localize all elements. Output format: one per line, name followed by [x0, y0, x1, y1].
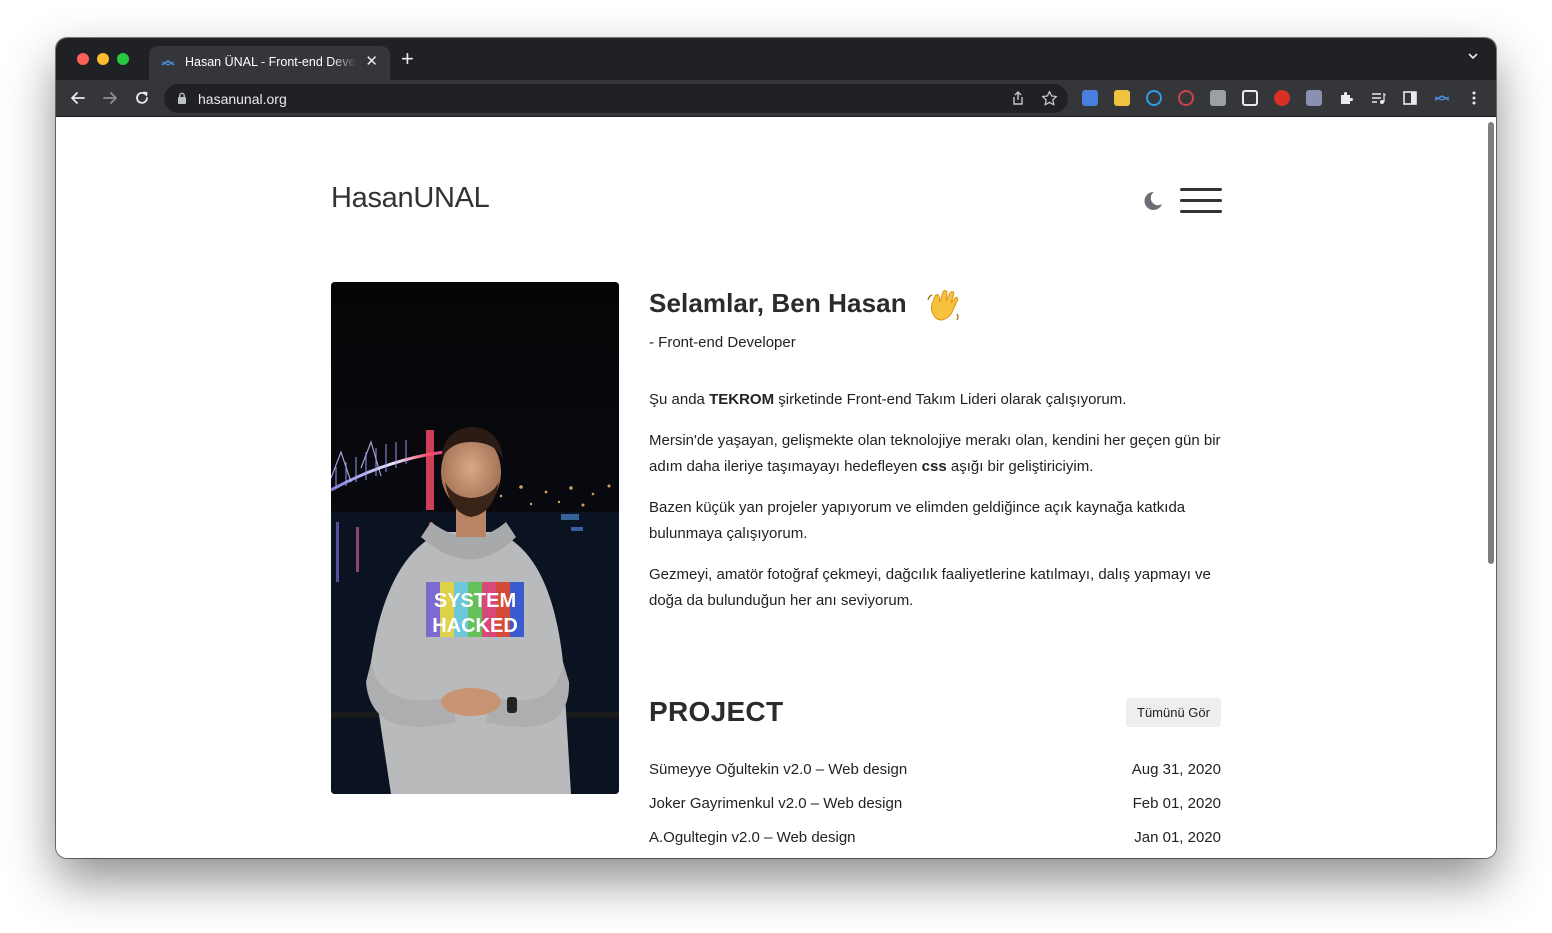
menu-line — [1180, 210, 1222, 213]
active-tab[interactable]: Hasan ÜNAL - Front-end Developer ✕ — [149, 46, 390, 80]
project-date: Jan 01, 2020 — [1134, 829, 1221, 846]
hamburger-menu-button[interactable] — [1180, 188, 1222, 214]
waving-hand-icon — [927, 290, 959, 321]
bio-paragraph: Şu anda TEKROM şirketinde Front-end Takı… — [649, 391, 1127, 408]
side-panel-icon[interactable] — [1402, 90, 1418, 106]
lock-icon — [178, 92, 186, 104]
notes-extension-icon[interactable] — [1114, 90, 1130, 106]
project-list: Sümeyye Oğultekin v2.0 – Web design Aug … — [649, 761, 1221, 858]
camera-extension-icon[interactable] — [1210, 90, 1226, 106]
role-subtitle: - Front-end Developer — [649, 334, 796, 351]
tab-title: Hasan ÜNAL - Front-end Developer — [185, 55, 357, 69]
profile-photo-drawing: SYSTEM HACKED — [331, 282, 619, 794]
project-title[interactable]: Sümeyye Oğultekin v2.0 – Web design — [649, 761, 907, 795]
see-all-button[interactable]: Tümünü Gör — [1126, 698, 1221, 727]
project-date: Feb 01, 2020 — [1132, 795, 1221, 812]
bio-paragraph: Bazen küçük yan projeler yapıyorum ve el… — [649, 498, 1186, 543]
address-bar[interactable]: hasanunal.org — [164, 84, 1068, 113]
picture-in-picture-extension-icon[interactable] — [1242, 90, 1258, 106]
css-keyword: css — [921, 458, 947, 475]
more-menu-icon[interactable] — [1466, 90, 1482, 106]
close-window-button[interactable] — [77, 53, 89, 65]
site-favicon-icon — [161, 60, 175, 66]
color-extension-icon[interactable] — [1306, 90, 1322, 106]
adblock-extension-icon[interactable] — [1274, 90, 1290, 106]
reload-icon[interactable] — [133, 89, 151, 107]
project-row[interactable]: A.Ogultegin v2.0 – Web design Jan 01, 20… — [649, 829, 1221, 858]
project-title[interactable]: Joker Gayrimenkul v2.0 – Web design — [649, 795, 902, 829]
refresh-extension-icon[interactable] — [1146, 90, 1162, 106]
tab-search-chevron-icon[interactable] — [1468, 51, 1478, 61]
tab-close-icon[interactable]: ✕ — [365, 53, 378, 71]
company-name: TEKROM — [709, 391, 775, 408]
menu-line — [1180, 188, 1222, 191]
translate-extension-icon[interactable] — [1082, 90, 1098, 106]
zoom-window-button[interactable] — [117, 53, 129, 65]
site-logo[interactable]: HasanUNAL — [331, 182, 490, 215]
share-icon[interactable] — [1010, 90, 1026, 106]
back-arrow-icon[interactable] — [69, 89, 87, 107]
menu-line — [1180, 199, 1222, 202]
hoodie-graphic-line: SYSTEM — [434, 590, 516, 612]
minimize-window-button[interactable] — [97, 53, 109, 65]
page-viewport: HasanUNAL SYSTEM HACKED Selamlar, Ben Ha… — [56, 118, 1496, 858]
spy-extension-icon[interactable] — [1178, 90, 1194, 106]
tab-strip: Hasan ÜNAL - Front-end Developer ✕ + — [56, 38, 1496, 80]
bio-paragraph: Mersin'de yaşayan, gelişmekte olan tekno… — [649, 431, 1221, 476]
page-scrollbar[interactable] — [1484, 118, 1496, 858]
profile-favicon-icon[interactable] — [1434, 90, 1450, 106]
browser-window: Hasan ÜNAL - Front-end Developer ✕ + has… — [56, 38, 1496, 858]
project-row[interactable]: Joker Gayrimenkul v2.0 – Web design Feb … — [649, 795, 1221, 829]
media-control-icon[interactable] — [1370, 90, 1386, 106]
project-heading: PROJECT — [649, 696, 784, 727]
new-tab-button[interactable]: + — [401, 48, 414, 70]
scrollbar-thumb[interactable] — [1488, 122, 1494, 564]
project-row[interactable]: Sümeyye Oğultekin v2.0 – Web design Aug … — [649, 761, 1221, 795]
profile-photo: SYSTEM HACKED — [331, 282, 619, 794]
puzzle-extensions-icon[interactable] — [1338, 90, 1354, 106]
hoodie-graphic-line: HACKED — [432, 615, 518, 637]
browser-toolbar: hasanunal.org — [56, 80, 1496, 117]
bookmark-star-icon[interactable] — [1041, 90, 1058, 107]
project-title[interactable]: A.Ogultegin v2.0 – Web design — [649, 829, 856, 858]
greeting-heading: Selamlar, Ben Hasan — [649, 288, 907, 318]
bio-paragraph: Gezmeyi, amatör fotoğraf çekmeyi, dağcıl… — [649, 565, 1211, 610]
forward-arrow-icon[interactable] — [101, 89, 119, 107]
moon-icon[interactable] — [1142, 190, 1164, 212]
project-date: Aug 31, 2020 — [1131, 761, 1221, 778]
url-text: hasanunal.org — [198, 91, 287, 107]
bio-section: Şu anda TEKROM şirketinde Front-end Takı… — [649, 387, 1229, 629]
